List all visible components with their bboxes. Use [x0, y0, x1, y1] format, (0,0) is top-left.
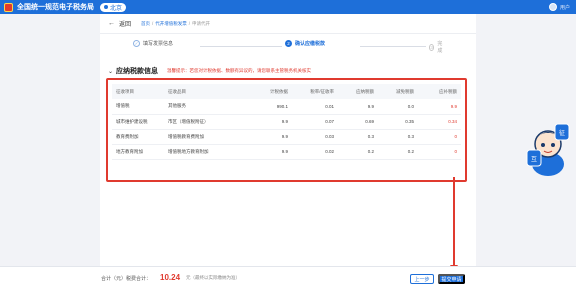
- table-cell: 9.9: [418, 99, 461, 115]
- step-label: 确认应缴税款: [295, 41, 326, 47]
- divider: [100, 33, 476, 34]
- breadcrumb-separator: /: [152, 20, 154, 26]
- step-connector: [200, 46, 290, 47]
- table-cell: 增值税教育费附加: [164, 129, 256, 145]
- table-cell: 9.9: [338, 99, 378, 115]
- annotation-arrow-line: [453, 177, 455, 267]
- check-icon: ✓: [133, 40, 140, 47]
- section-title: 应纳税款信息: [116, 68, 159, 75]
- table-cell: 0.0: [378, 99, 418, 115]
- table-cell: 0.01: [292, 99, 338, 115]
- table-cell: 0.35: [378, 114, 418, 130]
- back-button[interactable]: 返回: [119, 19, 131, 28]
- table-cell: 0.07: [292, 114, 338, 130]
- table-cell: 9.9: [256, 144, 292, 160]
- total-amount: 10.24: [160, 273, 181, 282]
- table-cell: 990.1: [256, 99, 292, 115]
- table-cell: 市区（增值税附征）: [164, 114, 256, 130]
- region-selector[interactable]: 北京: [100, 2, 127, 12]
- table-cell: 0.69: [338, 114, 378, 130]
- total-hint: 元（最终以实际缴纳为准）: [186, 275, 240, 280]
- submit-application-button[interactable]: 提交申请: [438, 274, 465, 284]
- table-cell: 增值税: [112, 99, 164, 115]
- main-card: ← 返回 首页 / 代开增值税发票 / 申请代开 ✓ 填写发票信息 2 确认应缴…: [100, 14, 476, 266]
- back-row: ← 返回 首页 / 代开增值税发票 / 申请代开: [108, 19, 210, 28]
- step-fill-invoice: ✓ 填写发票信息: [130, 40, 177, 47]
- warning-text: 温馨提示：若您对计税依据、数额有异议的，请您联系主管税务机关核实: [167, 68, 312, 73]
- step-number: 2: [285, 40, 292, 47]
- user-menu[interactable]: 用户: [548, 3, 570, 11]
- tax-emblem-icon: [4, 2, 13, 12]
- column-header: 应补税额: [418, 84, 461, 99]
- column-header: 计税依据: [256, 84, 292, 99]
- column-header: 应纳税额: [338, 84, 378, 99]
- chevron-down-icon[interactable]: ⌄: [108, 68, 113, 75]
- previous-step-button[interactable]: 上一步: [410, 274, 434, 284]
- column-header: 征收品目: [164, 84, 256, 99]
- location-icon: [104, 5, 108, 9]
- back-arrow-icon[interactable]: ←: [108, 20, 115, 27]
- table-cell: 其他服务: [164, 99, 256, 115]
- total-label: 合计（元）税费合计：: [101, 276, 152, 282]
- table-cell: 0.3: [338, 129, 378, 145]
- table-cell: 0: [418, 144, 461, 160]
- tax-assistant-mascot-icon[interactable]: 征 互: [525, 120, 571, 180]
- mascot-char: 互: [531, 156, 537, 163]
- table-row: 教育费附加 增值税教育费附加 9.9 0.03 0.3 0.3 0: [112, 129, 461, 145]
- step-label: 完成: [437, 41, 443, 54]
- column-header: 征收项目: [112, 84, 164, 99]
- breadcrumb-current: 申请代开: [192, 20, 211, 26]
- user-name: 用户: [559, 4, 570, 11]
- breadcrumb-invoice[interactable]: 代开增值税发票: [155, 21, 187, 27]
- table-cell: 城市维护建设税: [112, 114, 164, 130]
- table-cell: 0: [418, 129, 461, 145]
- table-cell: 地方教育附加: [112, 144, 164, 160]
- table-header-row: 征收项目 征收品目 计税依据 税率/征收率 应纳税额 减免税额 应补税额: [112, 84, 461, 99]
- table-cell: 增值税地方教育附加: [164, 144, 256, 160]
- mascot-char: 征: [559, 129, 565, 137]
- breadcrumb-separator: /: [188, 20, 191, 26]
- table-cell: 9.9: [256, 129, 292, 145]
- step-confirm-tax: 2 确认应缴税款: [282, 40, 329, 47]
- top-header: 全国统一规范电子税务局 北京 用户: [0, 0, 576, 14]
- avatar: [548, 3, 557, 11]
- table-row: 地方教育附加 增值税地方教育附加 9.9 0.02 0.2 0.2 0: [112, 144, 461, 160]
- table-cell: 教育费附加: [112, 129, 164, 145]
- table-cell: 9.9: [256, 114, 292, 130]
- app-title: 全国统一规范电子税务局: [17, 4, 94, 11]
- column-header: 税率/征收率: [292, 84, 338, 99]
- step-label: 填写发票信息: [143, 41, 174, 47]
- column-header: 减免税额: [378, 84, 418, 99]
- tax-table: 征收项目 征收品目 计税依据 税率/征收率 应纳税额 减免税额 应补税额 增值税…: [112, 84, 461, 160]
- table-cell: 0.03: [292, 129, 338, 145]
- step-complete: 3 完成: [426, 40, 448, 54]
- section-header[interactable]: ⌄ 应纳税款信息 温馨提示：若您对计税依据、数额有异议的，请您联系主管税务机关核…: [108, 66, 311, 76]
- progress-steps: ✓ 填写发票信息 2 确认应缴税款 3 完成: [130, 40, 448, 54]
- table-row: 增值税 其他服务 990.1 0.01 9.9 0.0 9.9: [112, 99, 461, 115]
- table-cell: 0.2: [378, 144, 418, 160]
- table-row: 城市维护建设税 市区（增值税附征） 9.9 0.07 0.69 0.35 0.3…: [112, 114, 461, 130]
- table-cell: 0.34: [418, 114, 461, 130]
- region-label: 北京: [110, 5, 123, 12]
- table-cell: 0.2: [338, 144, 378, 160]
- breadcrumb: 首页 / 代开增值税发票 / 申请代开: [141, 21, 210, 27]
- step-connector: [360, 46, 430, 47]
- bottom-action-bar: 合计（元）税费合计： 10.24 元（最终以实际缴纳为准） 上一步 提交申请: [0, 266, 576, 290]
- table-cell: 0.3: [378, 129, 418, 145]
- table-cell: 0.02: [292, 144, 338, 160]
- step-number: 3: [429, 43, 435, 51]
- tax-table-highlight: 征收项目 征收品目 计税依据 税率/征收率 应纳税额 减免税额 应补税额 增值税…: [106, 78, 467, 182]
- breadcrumb-home[interactable]: 首页: [141, 21, 150, 27]
